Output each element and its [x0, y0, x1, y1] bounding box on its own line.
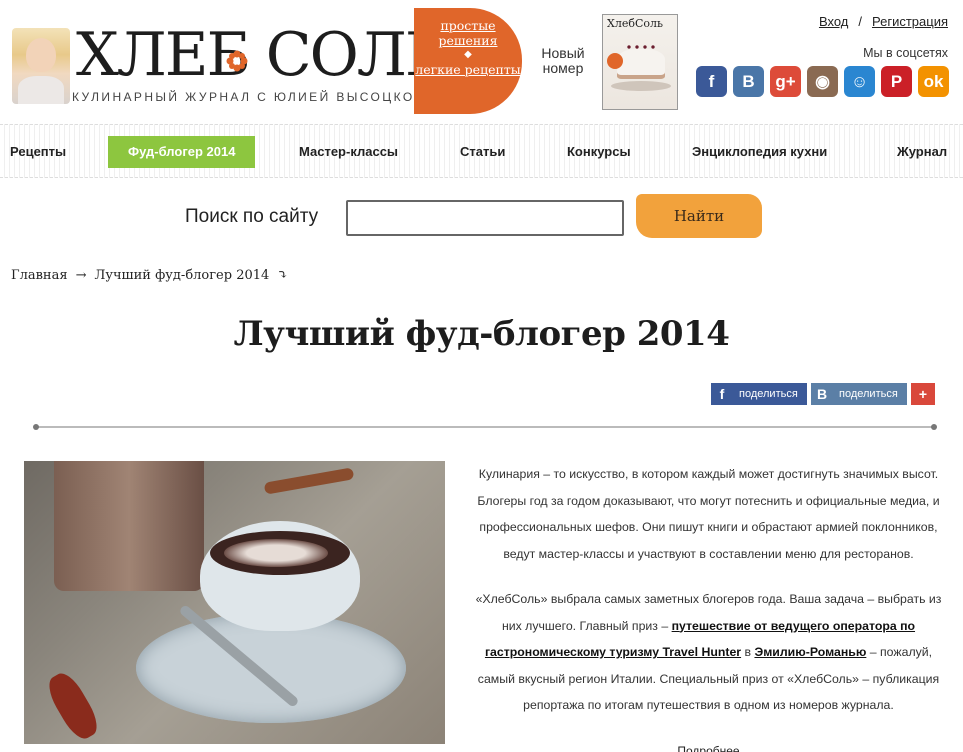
cover-badge — [607, 53, 623, 69]
arrow-down-icon[interactable]: ⤵ — [277, 268, 288, 283]
flower-icon — [226, 50, 248, 72]
image-pepper — [42, 668, 104, 744]
breadcrumb-home[interactable]: Главная — [11, 268, 68, 283]
facebook-icon: f — [719, 386, 725, 402]
cover-cake — [617, 49, 665, 75]
cover-title: ХлебСоль — [607, 17, 663, 30]
breadcrumb-current: Лучший фуд-блогер 2014 — [94, 268, 270, 283]
social-label: Мы в соцсетях — [863, 46, 948, 60]
promo-link-simple[interactable]: простые решения — [414, 18, 522, 48]
intro-paragraph-2: «ХлебСоль» выбрала самых заметных блогер… — [466, 586, 951, 719]
odnoklassniki-icon[interactable]: ok — [918, 66, 949, 97]
vk-share-button[interactable]: B поделиться — [811, 383, 907, 405]
search-button[interactable]: Найти — [636, 194, 762, 238]
nav-item-5[interactable]: Энциклопедия кухни — [692, 136, 827, 168]
instagram-icon[interactable]: ◉ — [807, 66, 838, 97]
divider — [33, 424, 937, 430]
image-cream — [224, 539, 328, 567]
image-cinnamon — [263, 467, 355, 495]
p2-mid: в — [741, 645, 755, 659]
article-intro: Кулинария – то искусство, в котором кажд… — [466, 461, 951, 752]
share-bar: f поделиться B поделиться + — [711, 383, 935, 405]
magazine-cover[interactable]: ХлебСоль — [602, 14, 678, 110]
arrow-right-icon: → — [75, 268, 87, 283]
login-link[interactable]: Вход — [819, 14, 848, 29]
image-jar — [54, 461, 204, 591]
auth-separator: / — [858, 14, 862, 29]
moi-mir-icon[interactable]: ☺ — [844, 66, 875, 97]
main-nav: Рецепты Фуд-блогер 2014 Мастер-классы Стать… — [0, 124, 963, 178]
breadcrumb: Главная → Лучший фуд-блогер 2014 ⤵ — [11, 268, 296, 283]
social-icons: f Bg+ ◉ ☺ Pok — [696, 66, 949, 97]
cover-plate — [611, 81, 671, 91]
nav-list: Рецепты Фуд-блогер 2014 Мастер-классы Стать… — [0, 125, 963, 179]
read-more-link[interactable]: Подробнее — [677, 744, 739, 752]
pinterest-icon[interactable]: P — [881, 66, 912, 97]
register-link[interactable]: Регистрация — [872, 14, 948, 29]
promo-link-easy[interactable]: легкие рецепты — [414, 62, 522, 77]
more-share-button[interactable]: + — [911, 383, 935, 405]
nav-item-1[interactable]: Фуд-блогер 2014 — [108, 136, 256, 168]
promo-badge: простые решения ◆ легкие рецепты — [414, 8, 522, 114]
nav-item-4[interactable]: Конкурсы — [567, 136, 631, 168]
vk-share-label: поделиться — [839, 388, 898, 400]
facebook-icon[interactable]: f — [696, 66, 727, 97]
page-title: Лучший фуд-блогер 2014 — [233, 314, 730, 354]
avatar[interactable] — [12, 28, 70, 104]
nav-item-6[interactable]: Журнал — [897, 136, 947, 168]
nav-item-0[interactable]: Рецепты — [10, 136, 66, 168]
logo-subtitle: КУЛИНАРНЫЙ ЖУРНАЛ С ЮЛИЕЙ ВЫСОЦКОЙ — [72, 90, 426, 104]
emilia-romagna-link[interactable]: Эмилию-Романью — [754, 645, 866, 659]
vk-icon: B — [816, 386, 828, 402]
vk-icon[interactable]: B — [733, 66, 764, 97]
search-input[interactable] — [346, 200, 624, 236]
hero-image — [24, 461, 445, 744]
nav-item-3[interactable]: Статьи — [460, 136, 505, 168]
facebook-share-button[interactable]: f поделиться — [711, 383, 807, 405]
logo-title[interactable]: ХЛЕБ СОЛЬ — [76, 20, 445, 90]
search-label: Поиск по сайту — [185, 206, 319, 227]
nav-item-2[interactable]: Мастер-классы — [299, 136, 398, 168]
googleplus-icon[interactable]: g+ — [770, 66, 801, 97]
intro-paragraph-1: Кулинария – то искусство, в котором кажд… — [477, 467, 940, 561]
auth-links: Вход / Регистрация — [819, 14, 948, 29]
promo-dot-icon: ◆ — [464, 49, 472, 60]
facebook-share-label: поделиться — [739, 388, 798, 400]
new-issue-link[interactable]: Новый номер — [534, 46, 592, 76]
site-header: ХЛЕБ СОЛЬ КУЛИНАРНЫЙ ЖУРНАЛ С ЮЛИЕЙ ВЫСО… — [0, 0, 963, 124]
